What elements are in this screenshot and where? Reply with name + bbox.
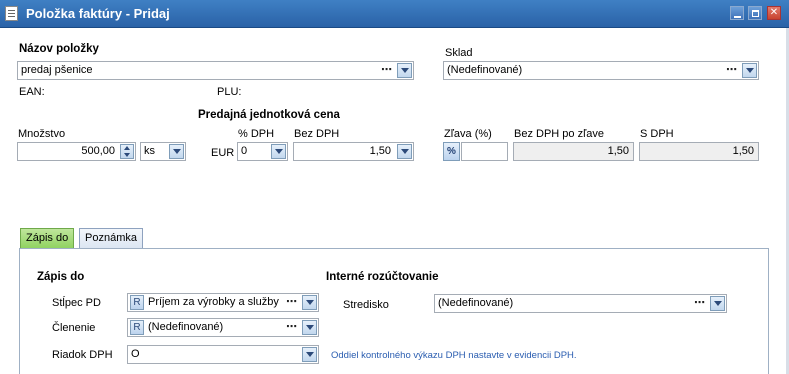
gross-price-field: 1,50 <box>639 142 759 161</box>
quantity-field[interactable]: 500,00 <box>17 142 136 161</box>
window-title: Položka faktúry - Pridaj <box>26 6 170 21</box>
gross-price-label: S DPH <box>640 128 674 140</box>
discount-label: Zľava (%) <box>444 128 492 140</box>
internal-section-title: Interné rozúčtovanie <box>326 271 439 283</box>
column-value: Príjem za výrobky a služby <box>148 296 279 308</box>
vat-row-select[interactable]: O <box>127 345 319 364</box>
tab-entry[interactable]: Zápis do <box>20 228 75 250</box>
ean-label: EAN: <box>19 86 45 98</box>
price-section-title: Predajná jednotková cena <box>198 109 340 121</box>
unit-select[interactable]: ks <box>140 142 186 161</box>
plu-label: PLU: <box>217 86 242 98</box>
close-button[interactable]: ✕ <box>767 6 781 20</box>
minimize-icon <box>734 16 741 18</box>
center-label: Stredisko <box>343 299 389 311</box>
center-dropdown-icon[interactable] <box>710 296 725 311</box>
vat-report-note: Oddiel kontrolného výkazu DPH nastavte v… <box>331 350 577 361</box>
center-value: (Nedefinované) <box>438 297 514 309</box>
center-lookup-button[interactable]: ⋯ <box>694 295 706 312</box>
item-name-lookup-button[interactable]: ⋯ <box>381 62 393 79</box>
quantity-value: 500,00 <box>81 145 115 157</box>
breakdown-dropdown-icon[interactable] <box>302 320 317 335</box>
net-price-dropdown-icon[interactable] <box>397 144 412 159</box>
net-price-value: 1,50 <box>369 145 391 157</box>
column-lookup-button[interactable]: ⋯ <box>286 294 298 311</box>
maximize-icon <box>752 10 759 17</box>
breakdown-lookup-button[interactable]: ⋯ <box>286 319 298 336</box>
column-label: Stĺpec PD <box>52 297 101 309</box>
tab-note[interactable]: Poznámka <box>79 228 143 249</box>
item-name-field[interactable]: predaj pšenice ⋯ <box>17 61 414 80</box>
quantity-spinner-icon[interactable] <box>120 144 134 159</box>
currency-label: EUR <box>211 147 235 159</box>
net-price-label: Bez DPH <box>294 128 340 140</box>
breakdown-label: Členenie <box>52 322 96 334</box>
warehouse-dropdown-icon[interactable] <box>742 63 757 78</box>
net-after-discount-field: 1,50 <box>513 142 634 161</box>
vat-percent-value: 0 <box>241 145 248 157</box>
net-price-field[interactable]: 1,50 <box>293 142 414 161</box>
warehouse-value: (Nedefinované) <box>447 64 523 76</box>
column-dropdown-icon[interactable] <box>302 295 317 310</box>
vat-row-dropdown-icon[interactable] <box>302 347 317 362</box>
vat-percent-select[interactable]: 0 <box>237 142 288 161</box>
column-field[interactable]: R Príjem za výrobky a služby ⋯ <box>127 293 319 312</box>
title-bar: Položka faktúry - Pridaj ✕ <box>0 0 789 28</box>
net-after-discount-label: Bez DPH po zľave <box>514 128 605 140</box>
vat-percent-dropdown-icon[interactable] <box>271 144 286 159</box>
center-field[interactable]: (Nedefinované) ⋯ <box>434 294 727 313</box>
warehouse-field[interactable]: (Nedefinované) ⋯ <box>443 61 759 80</box>
entry-section-title: Zápis do <box>37 271 85 283</box>
vat-row-label: Riadok DPH <box>52 349 113 361</box>
unit-value: ks <box>144 145 155 157</box>
discount-field[interactable] <box>461 142 508 161</box>
document-icon <box>5 6 18 21</box>
warehouse-lookup-button[interactable]: ⋯ <box>726 62 738 79</box>
maximize-button[interactable] <box>748 6 762 20</box>
item-name-label: Názov položky <box>19 43 99 55</box>
column-badge[interactable]: R <box>130 295 144 310</box>
vat-percent-label: % DPH <box>238 128 275 140</box>
minimize-button[interactable] <box>730 6 744 20</box>
net-after-discount-value: 1,50 <box>607 145 629 157</box>
warehouse-label: Sklad <box>445 47 473 59</box>
item-name-dropdown-icon[interactable] <box>397 63 412 78</box>
breakdown-field[interactable]: R (Nedefinované) ⋯ <box>127 318 319 337</box>
breakdown-badge[interactable]: R <box>130 320 144 335</box>
discount-percent-button[interactable]: % <box>443 142 460 161</box>
vat-row-value: O <box>131 348 140 360</box>
unit-dropdown-icon[interactable] <box>169 144 184 159</box>
breakdown-value: (Nedefinované) <box>148 321 224 333</box>
quantity-label: Množstvo <box>18 128 66 140</box>
gross-price-value: 1,50 <box>732 145 754 157</box>
item-name-value: predaj pšenice <box>21 64 93 76</box>
